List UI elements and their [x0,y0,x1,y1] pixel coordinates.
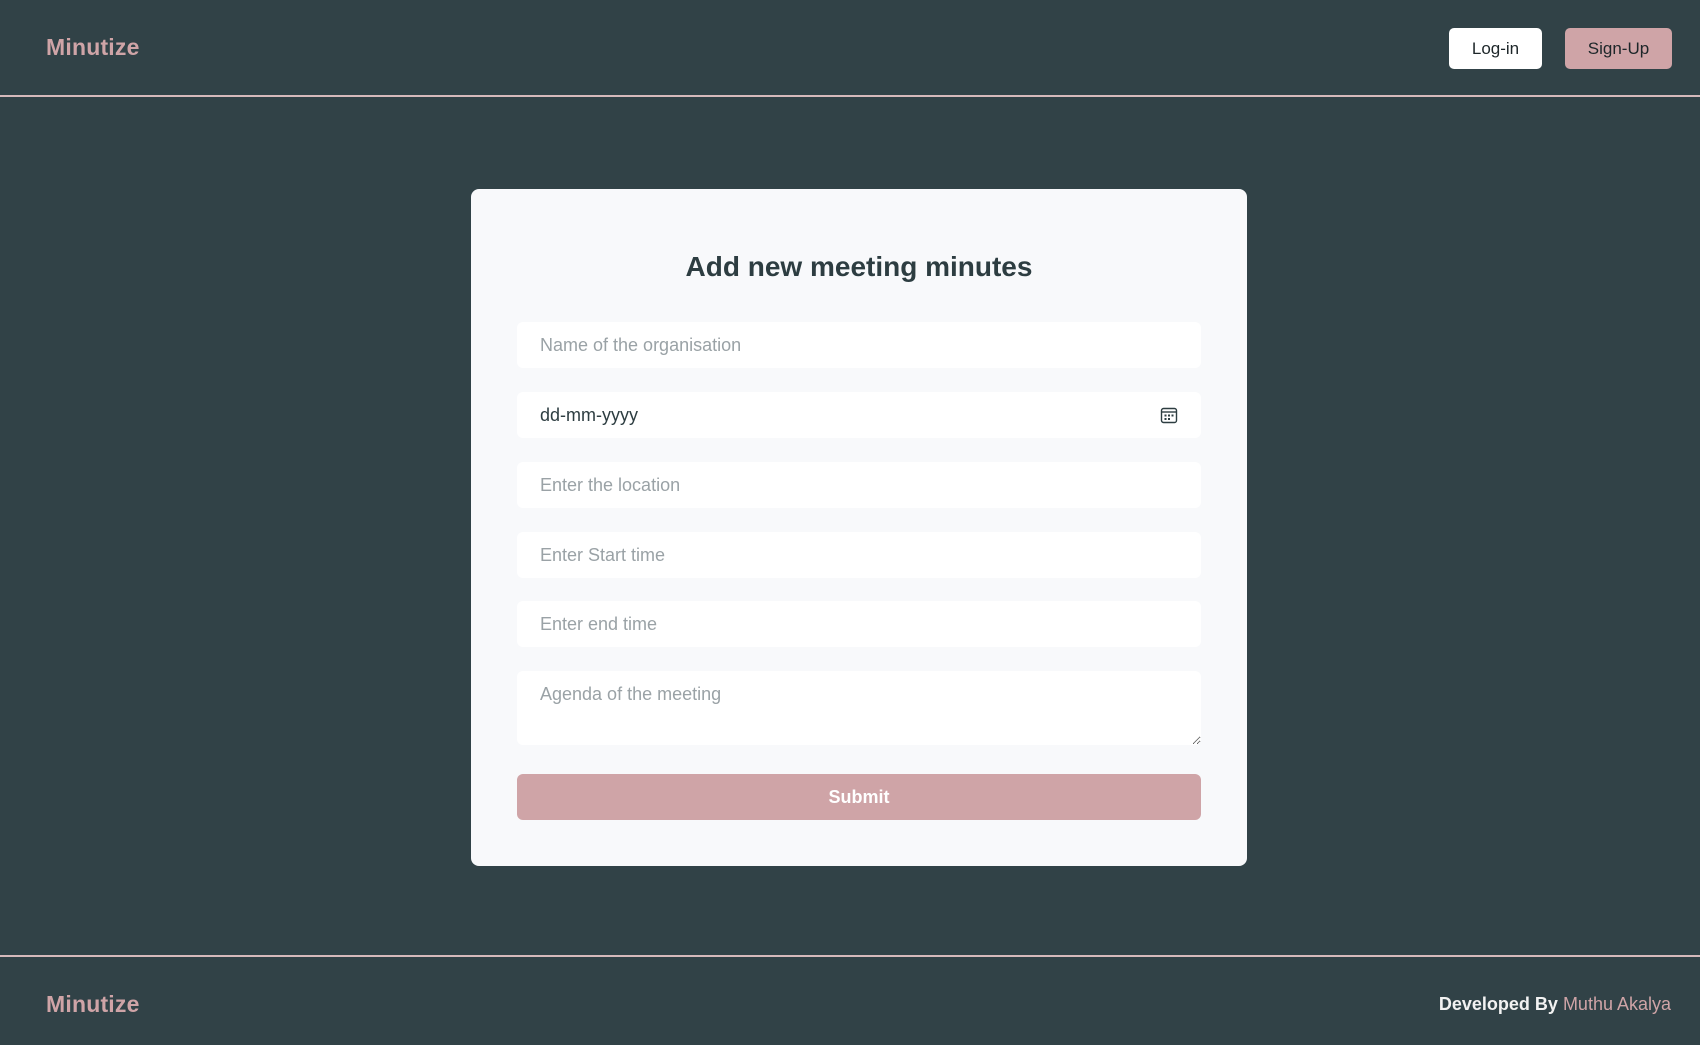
date-input-value: dd-mm-yyyy [540,404,638,425]
start-time-input[interactable] [517,532,1201,578]
author-name[interactable]: Muthu Akalya [1563,994,1671,1014]
page: Minutize Log-in Sign-Up Add new meeting … [0,0,1700,1045]
end-time-input[interactable] [517,601,1201,647]
brand-logo[interactable]: Minutize [46,34,140,61]
calendar-icon[interactable] [1160,406,1178,424]
developer-credit: Developed By Muthu Akalya [1439,994,1671,1015]
footer-brand-logo[interactable]: Minutize [46,991,140,1018]
footer: Minutize Developed By Muthu Akalya [0,955,1700,1045]
date-input[interactable]: dd-mm-yyyy [517,392,1201,438]
credit-prefix: Developed By [1438,994,1558,1014]
meeting-form-card: Add new meeting minutes dd-mm-yyyy Subm [471,189,1247,866]
top-navbar: Minutize Log-in Sign-Up [0,0,1700,97]
login-button[interactable]: Log-in [1449,28,1542,69]
location-input[interactable] [517,462,1201,508]
signup-button[interactable]: Sign-Up [1565,28,1672,69]
organisation-input[interactable] [517,322,1201,368]
agenda-textarea[interactable] [517,671,1201,745]
form-title: Add new meeting minutes [685,251,1033,282]
submit-button[interactable]: Submit [517,774,1201,820]
